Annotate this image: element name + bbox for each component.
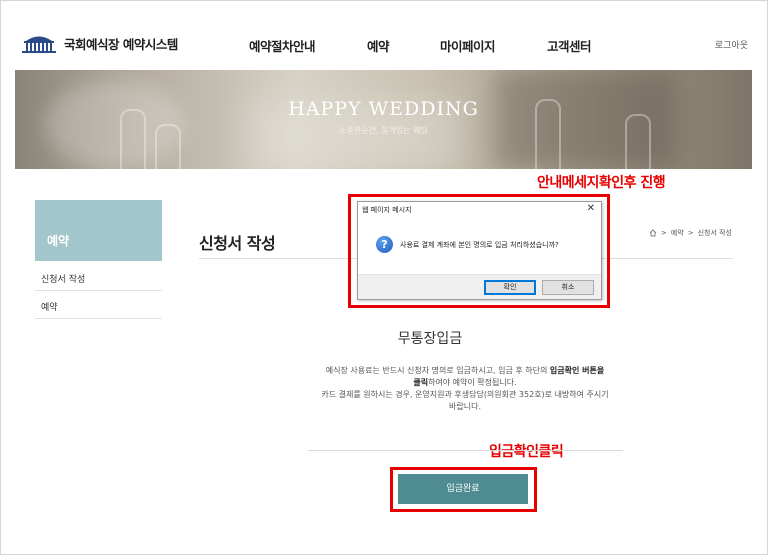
nav-item-mypage[interactable]: 마이페이지	[440, 36, 496, 55]
sidebar-heading: 예약	[35, 200, 162, 261]
annotation-dialog-label: 안내메세지확인후 진행	[537, 175, 666, 191]
annotation-button-label: 입금확인클릭	[489, 444, 564, 460]
breadcrumb-separator: >	[687, 229, 694, 237]
banner-title: HAPPY WEDDING	[288, 98, 479, 120]
annotation-button-highlight	[390, 467, 537, 512]
breadcrumb-item[interactable]: 예약	[671, 228, 684, 238]
breadcrumb-item: 신청서 작성	[697, 229, 732, 237]
main-nav: 예약절차안내 예약 마이페이지 고객센터	[0, 36, 768, 56]
banner-subtitle: 소중한순간, 품격있는 웨딩	[339, 126, 428, 135]
nav-item-procedure[interactable]: 예약절차안내	[249, 36, 316, 55]
section-title: 무통장입금	[397, 331, 463, 347]
nav-item-reservation[interactable]: 예약	[367, 36, 390, 55]
notice-emphasis: 클릭	[413, 378, 429, 387]
annotation-dialog-highlight	[348, 194, 610, 308]
logout-link[interactable]: 로그아웃	[715, 38, 748, 51]
breadcrumb-separator: >	[660, 229, 667, 237]
home-icon[interactable]	[649, 229, 657, 237]
breadcrumb: > 예약 > 신청서 작성	[649, 228, 732, 238]
sidebar-item-application[interactable]: 신청서 작성	[35, 263, 162, 291]
section-divider	[308, 450, 623, 451]
payment-notice: 예식장 사용료는 반드시 신청자 명의로 입금하시고, 입금 후 하단의 입금확…	[300, 365, 630, 413]
sidebar-item-reservation[interactable]: 예약	[35, 291, 162, 319]
notice-text: 예식장 사용료는 반드시 신청자 명의로 입금하시고, 입금 후 하단의	[325, 366, 548, 375]
notice-text: 하여야 예약이 확정됩니다.	[428, 378, 517, 387]
page-title: 신청서 작성	[199, 234, 276, 253]
nav-item-support[interactable]: 고객센터	[547, 36, 592, 55]
notice-emphasis: 입금확인 버튼을	[549, 366, 605, 375]
notice-text: 카드 결제를 원하시는 경우, 운영지원과 후생담당(의원회관 352호)로 내…	[321, 390, 609, 399]
glass-decor	[625, 114, 651, 169]
notice-text: 바랍니다.	[449, 402, 481, 411]
hero-banner: HAPPY WEDDING 소중한순간, 품격있는 웨딩	[15, 70, 752, 169]
